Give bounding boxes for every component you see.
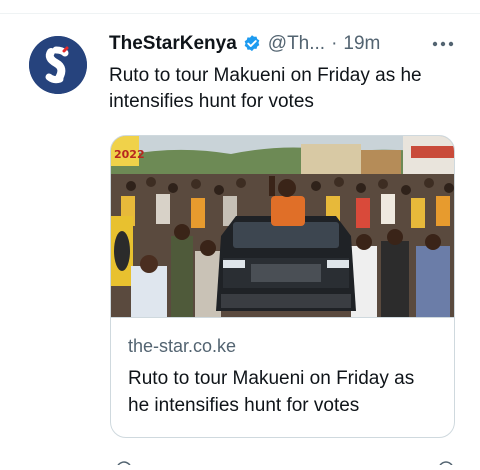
tweet-text: Ruto to tour Makueni on Friday as he int… <box>109 65 422 112</box>
link-card[interactable]: 2022 the-star.co.ke Ruto to tour Makueni… <box>110 135 455 438</box>
card-image[interactable]: 2022 <box>111 136 454 317</box>
tweet-time[interactable]: 19m <box>343 33 380 55</box>
verified-badge-icon <box>242 34 262 54</box>
thestar-logo-icon <box>29 36 87 94</box>
avatar[interactable] <box>29 36 87 94</box>
card-divider <box>111 317 454 318</box>
author-name[interactable]: TheStarKenya <box>109 33 237 55</box>
more-options-icon[interactable] <box>430 33 456 55</box>
separator-dot: · <box>331 33 338 54</box>
top-divider <box>0 13 480 14</box>
card-domain: the-star.co.ke <box>128 336 237 356</box>
rally-photo: 2022 <box>111 136 454 317</box>
card-title: Ruto to tour Makueni on Friday as he int… <box>128 368 415 416</box>
author-handle[interactable]: @Th... <box>268 33 325 55</box>
tweet-header: TheStarKenya @Th... · 19m <box>109 31 459 57</box>
sign-text: 2022 <box>114 148 145 161</box>
action-bar-partial <box>0 452 480 466</box>
